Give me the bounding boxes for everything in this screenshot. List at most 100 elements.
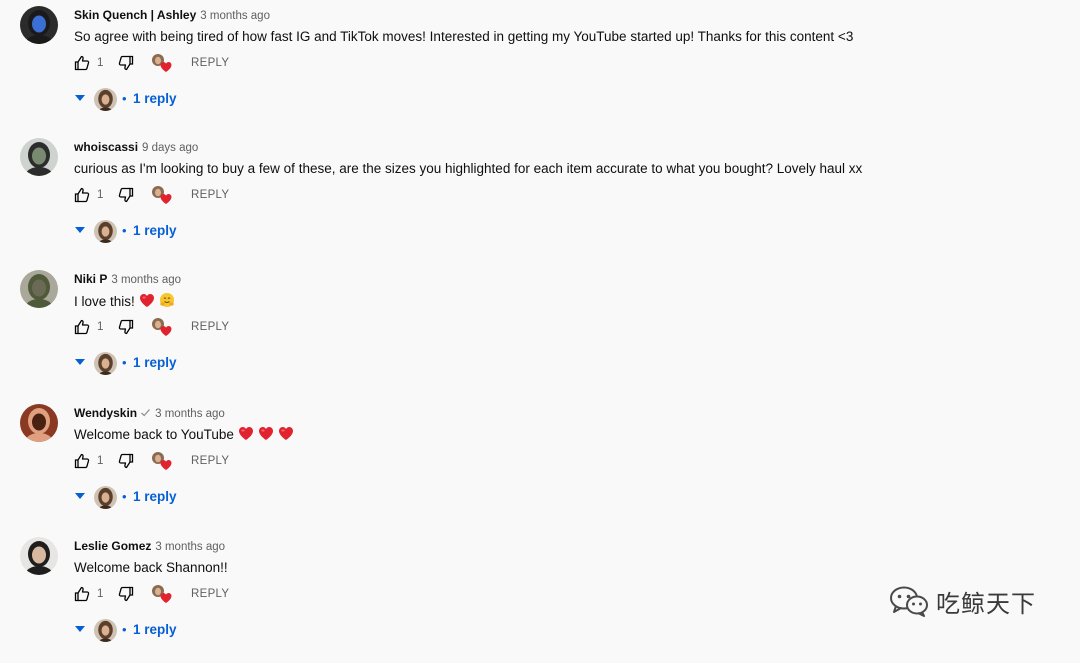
comment-timestamp[interactable]: 3 months ago [155, 541, 225, 553]
comment-text: So agree with being tired of how fast IG… [74, 28, 853, 46]
comment-header: whoiscassi 9 days ago [74, 139, 198, 156]
like-count: 1 [97, 189, 104, 201]
caret-down-icon [75, 626, 85, 632]
separator-dot: • [122, 223, 127, 238]
thumb-down-icon [118, 187, 134, 203]
creator-avatar [94, 486, 117, 509]
like-count: 1 [97, 57, 104, 69]
author-name[interactable]: whoiscassi [74, 140, 138, 154]
separator-dot: • [122, 355, 127, 370]
caret-down-icon [75, 227, 85, 233]
view-replies-button[interactable]: • 1 reply [74, 86, 214, 112]
verified-check-icon [141, 409, 151, 417]
thumb-down-icon [118, 319, 134, 335]
reply-button[interactable]: REPLY [191, 586, 229, 602]
dislike-button[interactable] [118, 451, 136, 471]
thumb-down-icon [118, 453, 134, 469]
comment-text: Welcome back to YouTube [74, 426, 294, 444]
like-count: 1 [97, 455, 104, 467]
author-avatar[interactable] [20, 404, 58, 442]
red-heart-emoji [139, 294, 154, 307]
thumb-up-icon [74, 586, 90, 602]
creator-heart-icon [152, 318, 172, 336]
like-count: 1 [97, 588, 104, 600]
caret-down-icon [75, 359, 85, 365]
comment-text: Welcome back Shannon!! [74, 559, 228, 577]
comment-text-body: So agree with being tired of how fast IG… [74, 29, 854, 44]
comment-timestamp[interactable]: 3 months ago [111, 274, 181, 286]
thumb-up-icon [74, 319, 90, 335]
comment-text-body: Welcome back to YouTube [74, 427, 234, 442]
comment-actions: 1 REPLY [74, 53, 274, 73]
separator-dot: • [122, 489, 127, 504]
comment-timestamp[interactable]: 3 months ago [200, 10, 270, 22]
comment-thread: Skin Quench | Ashley 3 months ago So agre… [0, 0, 1080, 132]
comment-actions: 1 REPLY [74, 185, 274, 205]
creator-heart-badge [151, 584, 173, 604]
reply-count-link[interactable]: 1 reply [133, 222, 177, 240]
creator-heart-icon [152, 452, 172, 470]
author-name[interactable]: Niki P [74, 272, 107, 286]
comment-header: Niki P 3 months ago [74, 271, 181, 288]
view-replies-button[interactable]: • 1 reply [74, 218, 214, 244]
creator-avatar [94, 619, 117, 642]
comment-thread: Niki P3 months ago I love this! 1 REPLY … [0, 264, 1080, 396]
author-name[interactable]: Skin Quench | Ashley [74, 8, 196, 22]
creator-avatar [94, 352, 117, 375]
thumb-up-icon [74, 187, 90, 203]
comment-thread: whoiscassi 9 days ago curious as I'm look… [0, 132, 1080, 264]
creator-avatar [94, 88, 117, 111]
like-button[interactable] [74, 185, 90, 205]
author-avatar[interactable] [20, 270, 58, 308]
wechat-icon [890, 586, 928, 617]
comment-actions: 1 REPLY [74, 317, 274, 337]
separator-dot: • [122, 622, 127, 637]
author-avatar[interactable] [20, 138, 58, 176]
creator-heart-icon [152, 585, 172, 603]
reply-button[interactable]: REPLY [191, 187, 229, 203]
dislike-button[interactable] [118, 53, 136, 73]
comment-timestamp[interactable]: 3 months ago [155, 408, 225, 420]
like-button[interactable] [74, 317, 90, 337]
author-name[interactable]: Leslie Gomez [74, 539, 151, 553]
comment-header: Leslie Gomez 3 months ago [74, 538, 225, 555]
creator-heart-badge [151, 185, 173, 205]
reply-count-link[interactable]: 1 reply [133, 90, 177, 108]
comment-header: Wendyskin 3 months ago [74, 405, 225, 422]
thumb-down-icon [118, 586, 134, 602]
comment-text-body: Welcome back Shannon!! [74, 560, 228, 575]
view-replies-button[interactable]: • 1 reply [74, 617, 214, 643]
reply-count-link[interactable]: 1 reply [133, 488, 177, 506]
comment-header: Skin Quench | Ashley 3 months ago [74, 7, 270, 24]
comment-timestamp[interactable]: 9 days ago [142, 142, 198, 154]
like-button[interactable] [74, 53, 90, 73]
watermark-text: 吃鲸天下 [936, 589, 1036, 618]
dislike-button[interactable] [118, 584, 136, 604]
view-replies-button[interactable]: • 1 reply [74, 350, 214, 376]
reply-count-link[interactable]: 1 reply [133, 621, 177, 639]
author-avatar[interactable] [20, 537, 58, 575]
reply-button[interactable]: REPLY [191, 55, 229, 71]
red-heart-emoji [278, 427, 293, 440]
creator-heart-badge [151, 317, 173, 337]
like-button[interactable] [74, 451, 90, 471]
hugging-face-emoji [159, 293, 174, 307]
reply-button[interactable]: REPLY [191, 453, 229, 469]
author-name[interactable]: Wendyskin [74, 406, 137, 420]
thumb-up-icon [74, 55, 90, 71]
dislike-button[interactable] [118, 185, 136, 205]
author-avatar[interactable] [20, 6, 58, 44]
comment-thread: Wendyskin 3 months ago Welcome back to Yo… [0, 398, 1080, 530]
caret-down-icon [75, 95, 85, 101]
reply-button[interactable]: REPLY [191, 319, 229, 335]
like-button[interactable] [74, 584, 90, 604]
caret-down-icon [75, 493, 85, 499]
reply-count-link[interactable]: 1 reply [133, 354, 177, 372]
view-replies-button[interactable]: • 1 reply [74, 484, 214, 510]
creator-heart-badge [151, 53, 173, 73]
comment-actions: 1 REPLY [74, 584, 274, 604]
comment-text: curious as I'm looking to buy a few of t… [74, 160, 862, 178]
thumb-down-icon [118, 55, 134, 71]
dislike-button[interactable] [118, 317, 136, 337]
creator-avatar [94, 220, 117, 243]
